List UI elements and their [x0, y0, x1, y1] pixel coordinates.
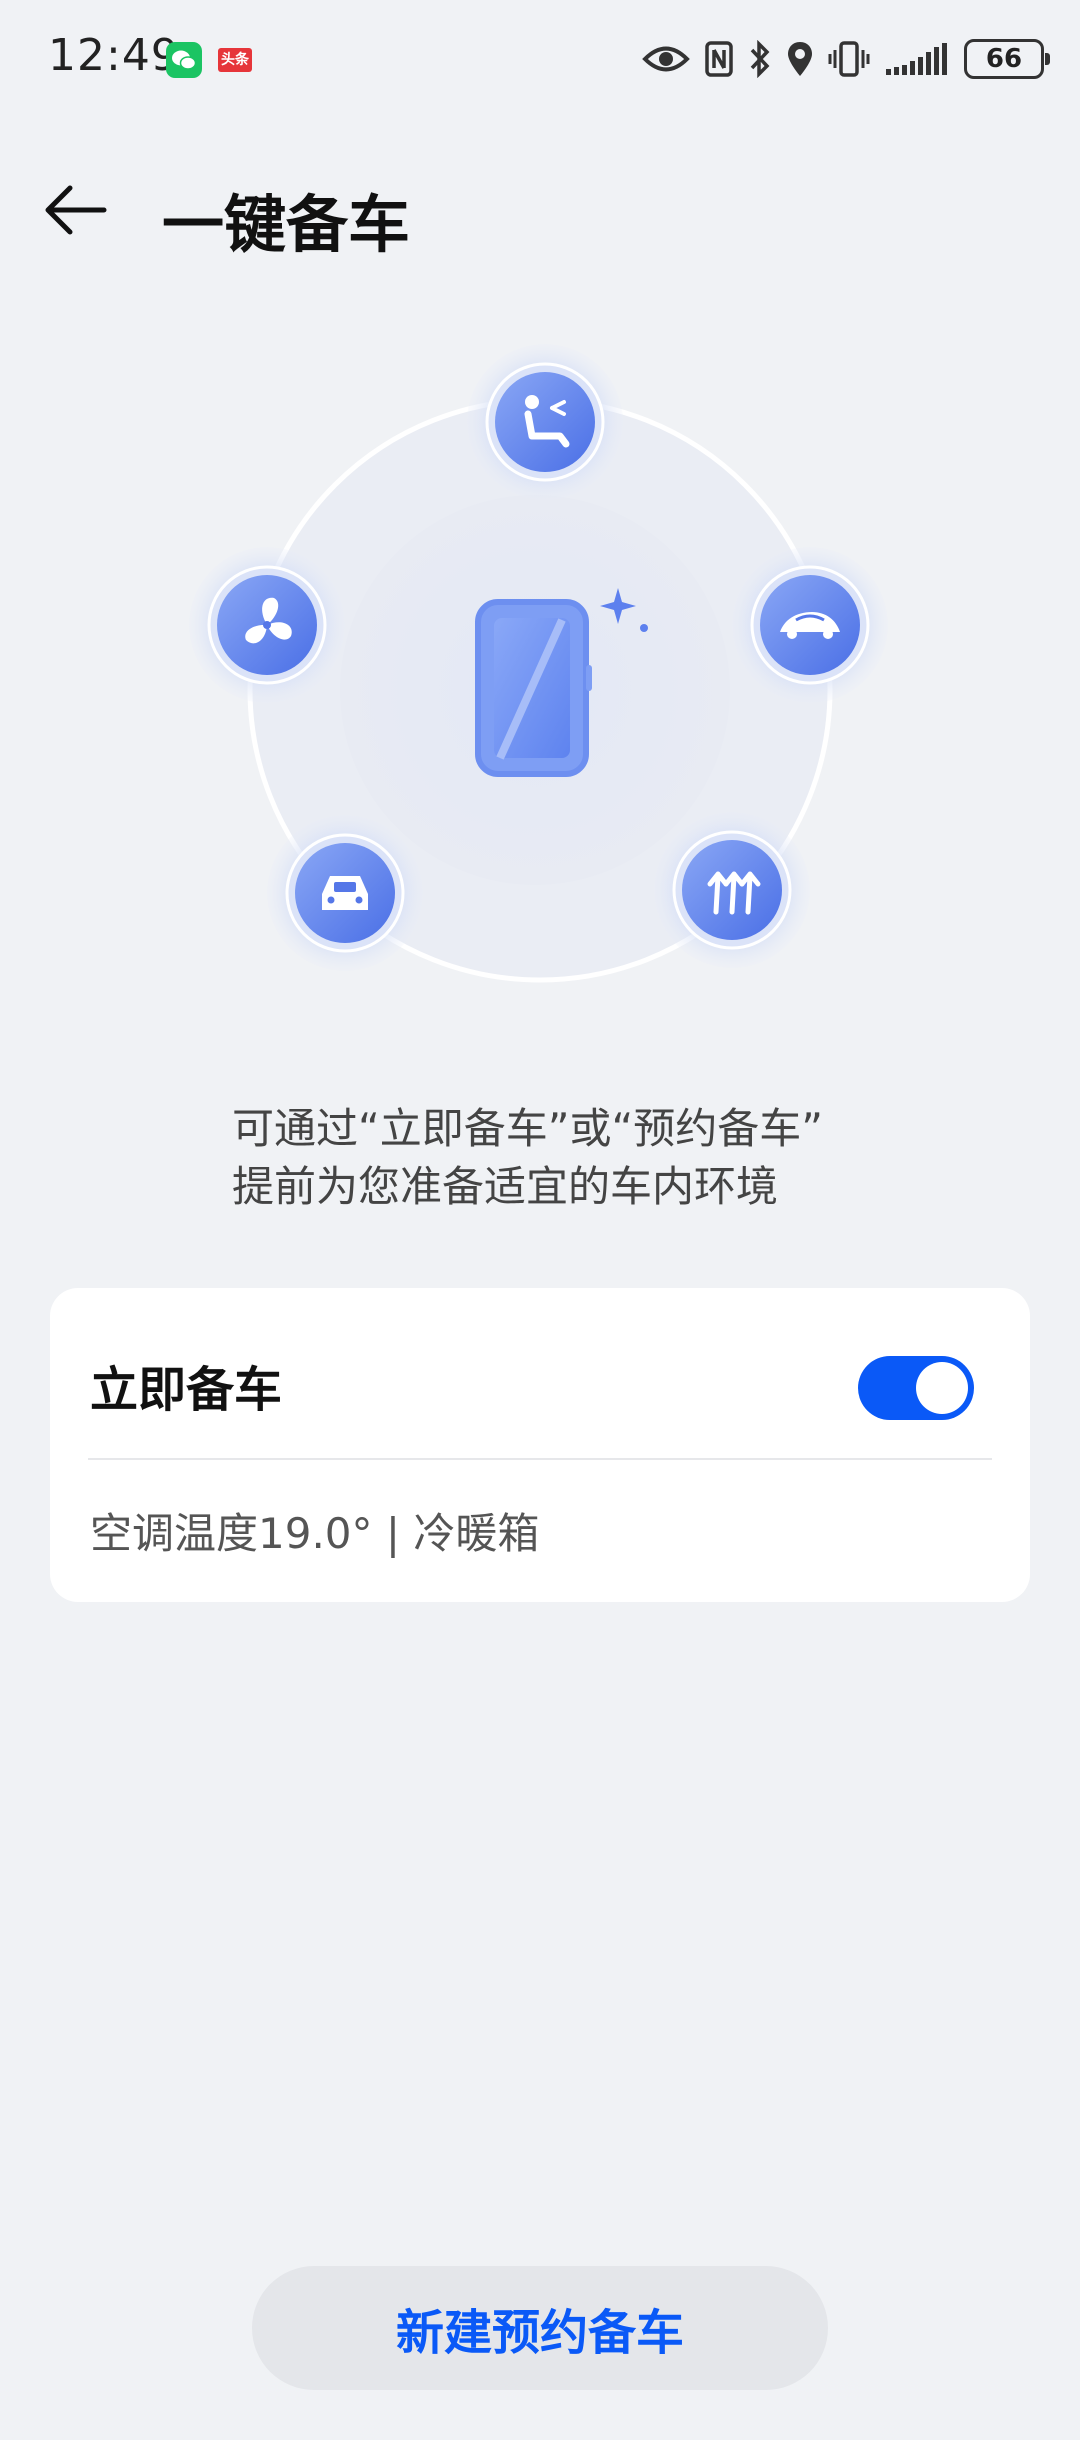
- vibrate-icon: [828, 41, 870, 77]
- battery-indicator: 66: [964, 39, 1050, 79]
- page-title: 一键备车: [162, 188, 411, 261]
- toutiao-icon: 头条: [218, 48, 252, 72]
- location-icon: [788, 42, 812, 76]
- feature-description: 可通过“立即备车”或“预约备车” 提前为您准备适宜的车内环境: [232, 1100, 952, 1216]
- card-divider: [88, 1458, 992, 1460]
- toggle-knob: [916, 1362, 968, 1414]
- instant-prepare-toggle[interactable]: [858, 1356, 974, 1420]
- nfc-icon: [705, 41, 733, 77]
- instant-prepare-settings[interactable]: 空调温度19.0° | 冷暖箱: [90, 1500, 539, 1561]
- status-time: 12:49: [48, 30, 180, 81]
- hero-illustration: [0, 320, 1080, 1020]
- signal-icon: [886, 43, 947, 75]
- car-wash-icon: [732, 547, 888, 703]
- arrow-left-icon: [45, 185, 107, 235]
- screen: 12:49 头条 66 一键备车 可通过“立即备车”或“预约备车” 提前为您准备…: [0, 0, 1080, 2440]
- instant-prepare-title: 立即备车: [90, 1362, 283, 1418]
- new-scheduled-prepare-button[interactable]: 新建预约备车: [252, 2266, 828, 2390]
- defrost-icon: [654, 812, 810, 968]
- instant-prepare-card: 立即备车 空调温度19.0° | 冷暖箱: [50, 1288, 1030, 1602]
- back-button[interactable]: [30, 170, 120, 250]
- fan-icon: [189, 547, 345, 703]
- bluetooth-icon: [750, 40, 770, 78]
- eye-icon: [642, 46, 690, 72]
- wechat-icon: [166, 42, 202, 78]
- description-line-2: 提前为您准备适宜的车内环境: [232, 1162, 779, 1211]
- status-icons: 66: [642, 34, 1050, 84]
- status-bar: 12:49 头条 66: [0, 0, 1080, 120]
- car-icon: [267, 815, 423, 971]
- header: 一键备车: [0, 150, 1080, 270]
- description-line-1: 可通过“立即备车”或“预约备车”: [232, 1104, 824, 1153]
- seat-icon: [467, 344, 623, 500]
